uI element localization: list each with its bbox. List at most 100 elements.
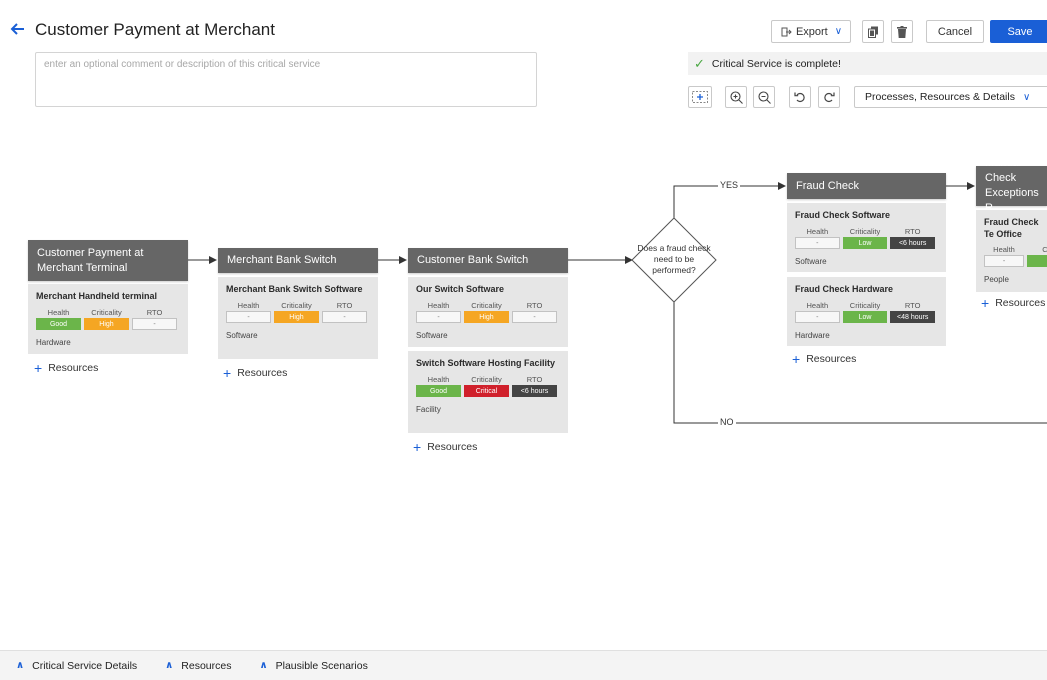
plus-icon: +: [792, 351, 801, 367]
process-fraud-check[interactable]: Fraud Check: [787, 173, 946, 199]
health-value: -: [795, 310, 840, 323]
rto-value: <6 hours: [512, 384, 557, 397]
health-value: -: [416, 310, 461, 323]
health-value: -: [226, 310, 271, 323]
rto-value: <48 hours: [890, 310, 936, 323]
connector-yes: [673, 182, 786, 218]
decision-question: Does a fraud check need to be performed?: [637, 243, 711, 276]
resource-card[interactable]: Fraud Check Te Office Health- Cri People: [976, 210, 1047, 292]
resource-metrics: Health - Criticality Low RTO <48 hours: [795, 300, 938, 323]
criticality-value: High: [464, 310, 509, 323]
health-value: Good: [416, 384, 461, 397]
resource-metrics: Health - Criticality High RTO -: [226, 300, 370, 323]
resource-card[interactable]: Switch Software Hosting Facility Health G…: [408, 351, 568, 433]
criticality-label: Criticality: [91, 307, 122, 317]
add-resources-link[interactable]: + Resources: [792, 351, 856, 367]
resource-card[interactable]: Merchant Handheld terminal Health Good Cr…: [28, 284, 188, 354]
rto-label: RTO: [526, 374, 543, 384]
criticality-value: Low: [842, 310, 888, 323]
health-value: -: [795, 236, 840, 249]
plus-icon: +: [413, 439, 422, 455]
resource-card[interactable]: Merchant Bank Switch Software Health - Cr…: [218, 277, 378, 359]
process-label: Manual Check Exceptions R: [985, 157, 1039, 214]
resource-type: Software: [795, 256, 827, 266]
criticality-value: [1027, 255, 1047, 268]
rto-value: <6 hours: [890, 236, 936, 249]
resources-label: Resources: [48, 362, 99, 374]
criticality-value: High: [84, 317, 129, 330]
resource-type: Software: [416, 330, 448, 340]
rto-label: RTO: [336, 300, 353, 310]
add-resources-link[interactable]: + Resources: [413, 439, 477, 455]
process-label: Merchant Bank Switch: [227, 254, 337, 267]
resources-label: Resources: [995, 297, 1046, 309]
process-label: Customer Payment at Merchant Terminal: [37, 246, 144, 274]
resource-title: Fraud Check Hardware: [795, 284, 894, 294]
resource-title: Merchant Handheld terminal: [36, 291, 158, 301]
health-label: Health: [237, 300, 260, 310]
health-label: Health: [427, 300, 450, 310]
process-customer-bank-switch[interactable]: Customer Bank Switch: [408, 248, 568, 273]
criticality-value: High: [274, 310, 319, 323]
tab-label: Resources: [181, 659, 232, 672]
resource-type: Software: [226, 330, 258, 340]
resource-metrics: Health Good Criticality Critical RTO <6 hou…: [416, 374, 560, 397]
rto-label: RTO: [904, 300, 921, 310]
tab-resources[interactable]: ∧ Resources: [165, 660, 231, 672]
process-diagram: Does a fraud check need to be performed?…: [0, 0, 1047, 650]
add-resources-link[interactable]: + Resources: [981, 295, 1045, 311]
resource-card[interactable]: Fraud Check Software Health - Criticality…: [787, 203, 946, 272]
process-manual-check[interactable]: Manual Check Exceptions R: [976, 157, 1047, 214]
footer-tabs: ∧ Critical Service Details ∧ Resources ∧…: [0, 650, 1047, 680]
resource-card[interactable]: Fraud Check Hardware Health - Criticality…: [787, 277, 946, 346]
chevrons-up-icon: ∧: [165, 660, 174, 671]
resources-label: Resources: [237, 367, 288, 379]
criticality-label: Criticality: [849, 226, 881, 236]
plus-icon: +: [223, 365, 232, 381]
criticality-value: Low: [842, 236, 888, 249]
health-value: Good: [36, 317, 81, 330]
rto-value: -: [322, 310, 367, 323]
health-label: Health: [47, 307, 70, 317]
criticality-label: Criticality: [281, 300, 312, 310]
health-label: Health: [427, 374, 450, 384]
plus-icon: +: [34, 360, 43, 376]
plus-icon: +: [981, 295, 990, 311]
resource-title: Fraud Check Te Office: [984, 217, 1039, 239]
health-label: Health: [806, 226, 829, 236]
tab-label: Critical Service Details: [32, 659, 138, 672]
yes-label: YES: [718, 180, 741, 190]
chevrons-up-icon: ∧: [16, 660, 25, 671]
resources-label: Resources: [806, 353, 857, 365]
rto-value: -: [132, 317, 177, 330]
add-resources-link[interactable]: + Resources: [34, 360, 98, 376]
process-label: Fraud Check: [796, 179, 859, 192]
health-value: -: [984, 255, 1024, 268]
resource-card[interactable]: Our Switch Software Health - Criticality H…: [408, 277, 568, 347]
no-label: NO: [718, 417, 736, 427]
resources-label: Resources: [427, 441, 478, 453]
rto-label: RTO: [146, 307, 163, 317]
resource-title: Merchant Bank Switch Software: [226, 284, 363, 294]
tab-critical-service-details[interactable]: ∧ Critical Service Details: [16, 660, 137, 672]
resource-metrics: Health - Criticality Low RTO <6 hours: [795, 226, 938, 249]
resource-type: Facility: [416, 404, 441, 414]
criticality-label: Criticality: [849, 300, 881, 310]
criticality-label: Criticality: [471, 374, 502, 384]
resource-type: People: [984, 275, 1009, 285]
resource-type: Hardware: [36, 337, 71, 347]
resource-title: Fraud Check Software: [795, 210, 891, 220]
resource-metrics: Health- Cri: [984, 244, 1047, 268]
tab-label: Plausible Scenarios: [275, 659, 368, 672]
process-customer-payment[interactable]: Customer Payment at Merchant Terminal: [28, 240, 188, 281]
rto-value: -: [512, 310, 557, 323]
health-label: Health: [806, 300, 829, 310]
criticality-value: Critical: [464, 384, 509, 397]
resource-title: Switch Software Hosting Facility: [416, 358, 556, 368]
add-resources-link[interactable]: + Resources: [223, 365, 287, 381]
process-merchant-bank-switch[interactable]: Merchant Bank Switch: [218, 248, 378, 273]
tab-plausible-scenarios[interactable]: ∧ Plausible Scenarios: [259, 660, 367, 672]
criticality-label: Criticality: [471, 300, 502, 310]
health-label: Health: [993, 245, 1015, 255]
resource-metrics: Health - Criticality High RTO -: [416, 300, 560, 323]
